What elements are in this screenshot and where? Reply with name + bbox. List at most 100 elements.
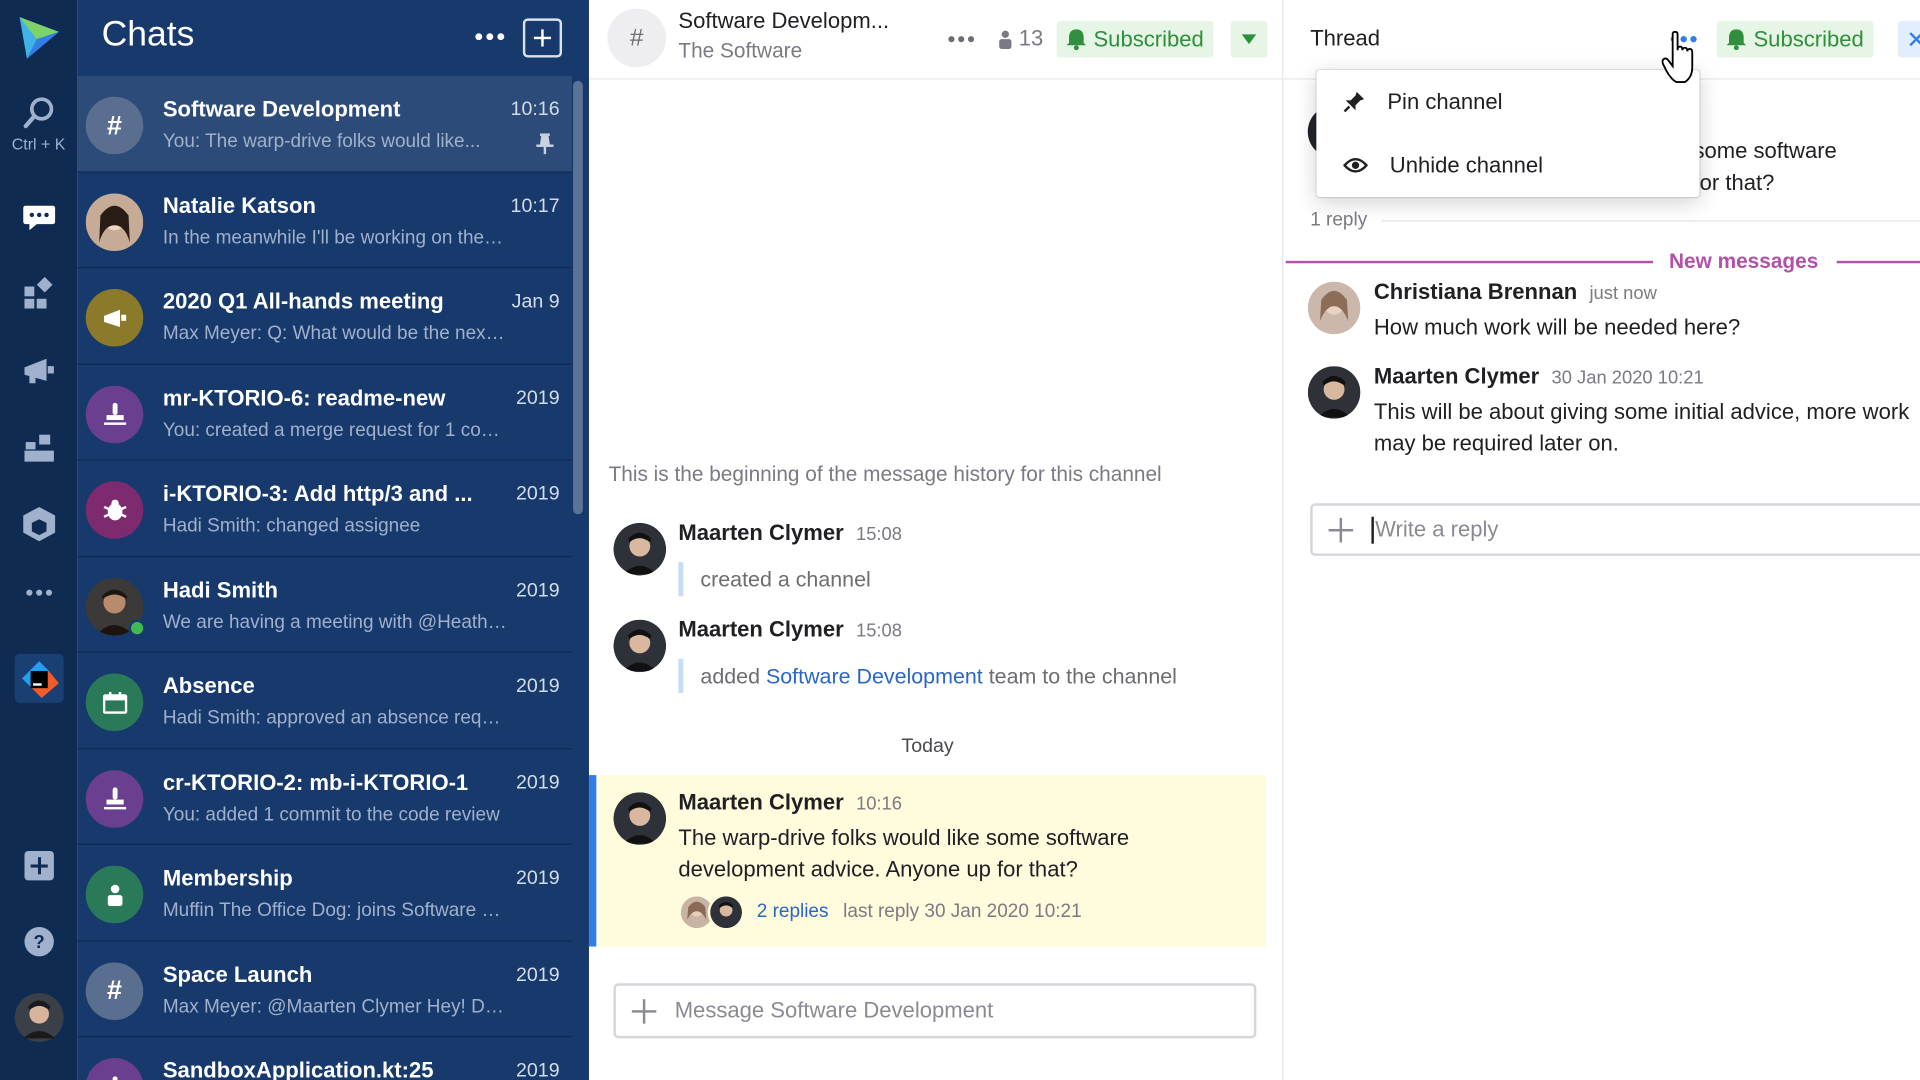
user-avatar — [14, 993, 64, 1043]
menu-item-pin-channel[interactable]: Pin channel — [1316, 70, 1699, 134]
chat-name: Natalie Katson — [162, 192, 316, 218]
author-avatar[interactable] — [613, 522, 667, 576]
new-chat-button[interactable] — [522, 18, 563, 58]
subscription-dropdown[interactable] — [1230, 20, 1268, 58]
jetbrains-nav[interactable] — [0, 651, 77, 705]
reply-body: This will be about giving some initial a… — [1373, 399, 1910, 456]
packages-nav[interactable] — [0, 506, 77, 543]
channel-options-menu: Pin channel Unhide channel — [1316, 69, 1700, 198]
author-avatar[interactable] — [1307, 366, 1361, 419]
channel-more-icon[interactable] — [947, 24, 976, 53]
chat-list-item[interactable]: # Software Development 10:16 You: The warp-… — [77, 75, 572, 173]
teams-nav[interactable] — [0, 431, 77, 463]
bell-icon — [1066, 29, 1087, 51]
subscribed-label: Subscribed — [1093, 26, 1204, 51]
sidebar-header: Chats — [77, 0, 589, 76]
close-icon — [1909, 32, 1920, 47]
date-divider: Today — [901, 735, 954, 757]
chat-name: Software Development — [162, 96, 401, 122]
app-root: Ctrl + K ? Chats # Software Development … — [0, 0, 1920, 1080]
jetbrains-icon — [14, 653, 64, 703]
profile-avatar[interactable] — [0, 992, 77, 1043]
last-reply-time: last reply 30 Jan 2020 10:21 — [843, 901, 1082, 923]
reply-author[interactable]: Christiana Brennan just now — [1374, 279, 1657, 305]
more-nav[interactable] — [0, 588, 77, 598]
sidebar-more-icon[interactable] — [473, 22, 507, 51]
chat-time: 2019 — [516, 1060, 560, 1080]
help-nav[interactable]: ? — [0, 926, 77, 958]
chat-list-item[interactable]: SandboxApplication.kt:25 2019 — [77, 1037, 572, 1080]
member-count[interactable]: 13 — [998, 26, 1043, 52]
chat-preview: Muffin The Office Dog: joins Software D.… — [162, 900, 509, 921]
blog-nav[interactable] — [0, 355, 77, 387]
chat-name: Space Launch — [162, 961, 313, 987]
space-logo[interactable] — [15, 15, 62, 62]
chat-time: 10:16 — [510, 99, 560, 121]
plus-icon[interactable] — [1327, 516, 1354, 543]
new-messages-divider: New messages — [1283, 250, 1920, 274]
chat-preview: In the meanwhile I'll be working on the … — [162, 227, 509, 248]
search-icon — [22, 97, 53, 129]
menu-item-unhide-channel[interactable]: Unhide channel — [1316, 133, 1699, 197]
chat-list-item[interactable]: Natalie Katson 10:17 In the meanwhile I'll… — [77, 172, 572, 269]
chat-time: 10:17 — [510, 195, 560, 217]
chat-list-item[interactable]: Membership 2019 Muffin The Office Dog: joi… — [77, 845, 572, 942]
channel-title[interactable]: Software Developm... — [678, 9, 889, 35]
chat-list-item[interactable]: i-KTORIO-3: Add http/3 and ... 2019 Hadi S… — [77, 460, 572, 557]
reply-composer[interactable]: Write a reply — [1310, 503, 1920, 556]
search-button[interactable]: Ctrl + K — [0, 96, 77, 154]
replies-link[interactable]: 2 replies — [757, 901, 829, 923]
chat-list-item[interactable]: Absence 2019 Hadi Smith: approved an absen… — [77, 653, 572, 749]
reply-body: How much work will be needed here? — [1373, 314, 1741, 340]
stamp-icon — [85, 1057, 144, 1080]
chat-name: mr-KTORIO-6: readme-new — [162, 385, 446, 410]
message-author[interactable]: Maarten Clymer 15:08 — [678, 520, 902, 546]
chat-list-item[interactable]: Hadi Smith 2019 We are having a meeting wi… — [77, 557, 572, 653]
chat-list-item[interactable]: # Space Launch 2019 Max Meyer: @Maarten Cly… — [77, 941, 572, 1038]
chevron-down-icon — [1241, 34, 1257, 45]
chat-name: Membership — [162, 865, 293, 891]
reply-count: 1 reply — [1310, 209, 1368, 231]
author-avatar[interactable] — [613, 619, 667, 673]
chats-sidebar: Chats # Software Development 10:16 You: The… — [77, 0, 589, 1080]
dashboard-icon — [23, 276, 52, 309]
eye-icon — [1343, 157, 1368, 173]
message-time: 15:08 — [856, 524, 902, 545]
dashboard-nav[interactable] — [0, 276, 77, 309]
chat-time: 2019 — [516, 964, 560, 986]
channel-subscribed-button[interactable]: Subscribed — [1056, 20, 1214, 58]
chat-name: Absence — [162, 673, 255, 698]
help-icon: ? — [23, 926, 54, 957]
add-nav[interactable] — [0, 850, 77, 882]
chat-time: 2019 — [516, 675, 560, 697]
system-message: added Software Development team to the c… — [678, 658, 1177, 694]
reply-author[interactable]: Maarten Clymer 30 Jan 2020 10:21 — [1374, 364, 1704, 390]
reply-time: 30 Jan 2020 10:21 — [1551, 367, 1704, 389]
chat-preview: You: added 1 commit to the code review — [162, 803, 500, 825]
thread-subscribed-button[interactable]: Subscribed — [1716, 20, 1874, 58]
svg-text:?: ? — [33, 931, 44, 952]
chat-list-item[interactable]: mr-KTORIO-6: readme-new 2019 You: created … — [77, 364, 572, 461]
author-avatar[interactable] — [613, 792, 667, 845]
search-shortcut: Ctrl + K — [11, 134, 66, 154]
author-avatar[interactable] — [1307, 281, 1361, 335]
sidebar-scrollbar[interactable] — [573, 80, 583, 515]
message-author[interactable]: Maarten Clymer 15:08 — [678, 617, 902, 643]
chat-time: 2019 — [516, 772, 560, 793]
person-icon — [85, 865, 144, 924]
chats-nav[interactable] — [0, 203, 77, 232]
menu-item-label: Pin channel — [1387, 88, 1503, 114]
message-author[interactable]: Maarten Clymer 10:16 — [678, 790, 902, 816]
chat-preview: Max Meyer: Q: What would be the next ... — [162, 323, 509, 345]
thread-replies-summary[interactable]: 2 replies last reply 30 Jan 2020 10:21 — [678, 893, 1082, 931]
bell-icon — [1726, 29, 1747, 51]
team-link[interactable]: Software Development — [766, 664, 983, 688]
chat-list-item[interactable]: cr-KTORIO-2: mb-i-KTORIO-1 2019 You: added… — [77, 749, 572, 845]
plus-icon[interactable] — [631, 997, 658, 1024]
chat-list-item[interactable]: 2020 Q1 All-hands meeting Jan 9 Max Meyer:… — [77, 268, 572, 365]
message-composer[interactable]: Message Software Development — [613, 983, 1257, 1039]
close-thread-button[interactable] — [1897, 20, 1920, 58]
history-note: This is the beginning of the message his… — [608, 462, 1162, 487]
online-status-dot — [128, 618, 146, 637]
chat-time: 2019 — [516, 387, 560, 409]
